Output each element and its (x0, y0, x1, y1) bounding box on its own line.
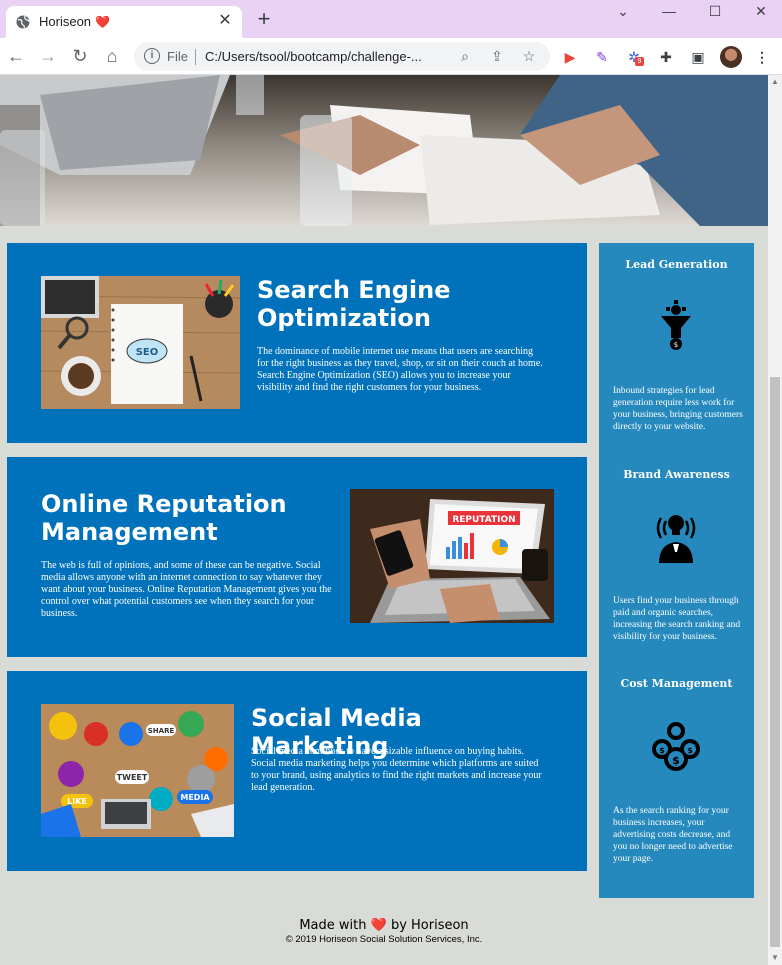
tab-title: Horiseon ❤️ (39, 14, 110, 29)
benefit-title: Cost Management (620, 677, 733, 690)
scroll-up-arrow-icon[interactable]: ▲ (771, 77, 779, 86)
profile-avatar[interactable] (720, 46, 742, 68)
scroll-down-arrow-icon[interactable]: ▼ (771, 953, 779, 962)
section-text: The web is full of opinions, and some of… (41, 560, 332, 619)
seo-image: SEO (41, 276, 240, 409)
section-seo: SEO Search Engine Optimization The domin… (7, 243, 587, 443)
omnibox-separator (195, 49, 196, 65)
address-bar[interactable]: i File C:/Users/tsool/bootcamp/challenge… (134, 42, 550, 71)
browser-toolbar: ← → ↻ ⌂ i File C:/Users/tsool/bootcamp/c… (0, 38, 782, 75)
media-bubble: MEDIA (180, 793, 210, 802)
new-tab-button[interactable]: + (254, 8, 274, 30)
extension-badge: 9 (635, 57, 644, 66)
reputation-image: REPUTATION (350, 489, 554, 623)
site-info-icon[interactable]: i (144, 48, 160, 64)
browser-tab[interactable]: Horiseon ❤️ ✕ (6, 6, 242, 38)
svg-text:$: $ (672, 754, 680, 767)
svg-text:$: $ (687, 746, 693, 755)
benefit-text: Inbound strategies for lead generation r… (613, 386, 743, 432)
globe-icon (16, 15, 30, 29)
extension-feather-icon[interactable]: ✎ (592, 47, 612, 67)
section-text: Social media continues to have a sizable… (251, 746, 542, 793)
tab-search-icon[interactable]: ⌄ (600, 0, 646, 26)
hero-image (0, 75, 768, 226)
footer-copyright: © 2019 Horiseon Social Solution Services… (285, 934, 483, 945)
vertical-scrollbar[interactable]: ▲ ▼ (768, 75, 782, 965)
reload-icon[interactable]: ↻ (68, 44, 92, 68)
section-title: Online Reputation Management (41, 490, 287, 546)
side-panel-icon[interactable]: ▣ (688, 47, 708, 67)
reputation-image-label: REPUTATION (452, 515, 515, 525)
scrollbar-thumb[interactable] (770, 377, 780, 947)
url-text[interactable]: C:/Users/tsool/bootcamp/challenge-... (205, 49, 422, 64)
benefit-title: Lead Generation (625, 258, 728, 271)
maximize-button[interactable]: ☐ (692, 0, 738, 26)
heart-icon: ❤️ (370, 918, 387, 933)
seo-image-label: SEO (136, 347, 159, 358)
lead-generation-icon: $ (661, 300, 691, 350)
home-icon[interactable]: ⌂ (100, 44, 124, 68)
section-social-media: SHARE TWEET LIKE MEDIA Social Media Mark… (7, 671, 587, 871)
section-reputation: Online Reputation Management The web is … (7, 457, 587, 657)
section-title: Search Engine Optimization (257, 276, 451, 332)
svg-text:$: $ (674, 341, 678, 349)
extension-video-icon[interactable]: ▶ (560, 47, 580, 67)
benefits-aside: Lead Generation $ Inbound strategies for… (599, 243, 754, 898)
share-icon[interactable]: ⇪ (488, 47, 506, 65)
benefit-text: As the search ranking for your business … (613, 806, 733, 864)
tweet-bubble: TWEET (117, 773, 148, 782)
minimize-button[interactable]: — (646, 0, 692, 26)
back-icon[interactable]: ← (4, 44, 28, 68)
social-media-image: SHARE TWEET LIKE MEDIA (41, 704, 234, 837)
page-viewport: SEO Search Engine Optimization The domin… (0, 75, 768, 965)
cost-management-icon: $ $ $ (652, 722, 700, 771)
tab-heart-emoji: ❤️ (95, 15, 110, 29)
brand-awareness-icon (656, 515, 696, 563)
extension-gear-icon[interactable]: ✲ 9 (624, 47, 644, 67)
menu-kebab-icon[interactable]: ⋮ (752, 47, 772, 67)
extensions-puzzle-icon[interactable]: ✚ (656, 47, 676, 67)
footer-made-with: Made with ❤️ by Horiseon (299, 918, 469, 933)
close-tab-icon[interactable]: ✕ (216, 12, 234, 30)
url-scheme: File (167, 49, 188, 64)
section-text: The dominance of mobile internet use mea… (257, 346, 543, 393)
tab-strip: Horiseon ❤️ ✕ + ⌄ — ☐ ✕ (0, 0, 782, 38)
benefit-text: Users find your business through paid an… (613, 596, 741, 642)
bookmark-star-icon[interactable]: ☆ (520, 47, 538, 65)
close-window-button[interactable]: ✕ (738, 0, 782, 26)
forward-icon[interactable]: → (36, 44, 60, 68)
benefit-title: Brand Awareness (623, 468, 730, 481)
footer: Made with ❤️ by Horiseon © 2019 Horiseon… (0, 918, 768, 945)
share-bubble: SHARE (148, 727, 175, 735)
zoom-icon[interactable]: ⌕ (456, 47, 474, 65)
svg-text:$: $ (659, 746, 665, 755)
